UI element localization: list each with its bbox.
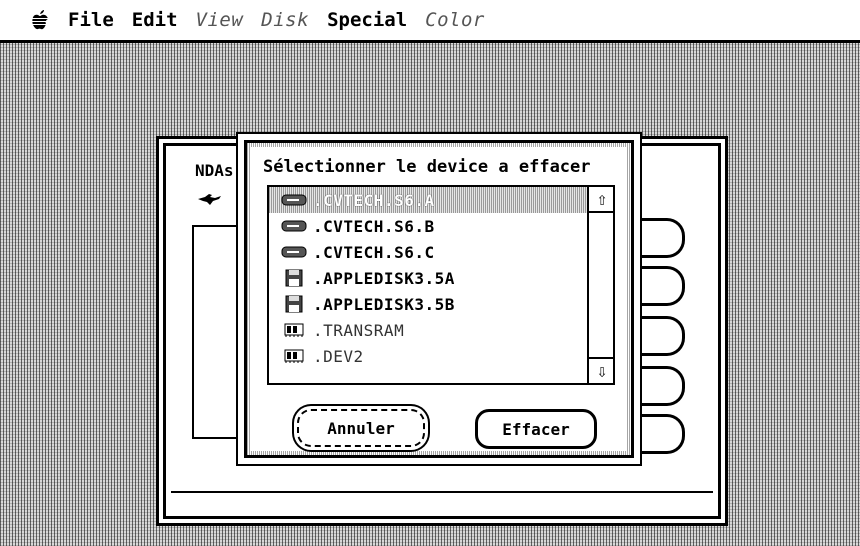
side-button-1[interactable] [640,218,685,258]
menu-disk[interactable]: Disk [261,9,309,31]
list-item[interactable]: .DEV2 [269,343,587,369]
menu-special[interactable]: Special [327,9,407,31]
menu-view[interactable]: View [196,9,244,31]
ndas-window-title: NDAs [195,161,234,180]
menu-color[interactable]: Color [425,9,485,31]
kangaroo-icon [195,189,225,209]
list-item[interactable]: .APPLEDISK3.5A [269,265,587,291]
floppy-icon [281,269,307,287]
scroll-up-arrow-icon[interactable]: ⇧ [589,187,613,213]
list-item[interactable]: .TRANSRAM [269,317,587,343]
device-name: .TRANSRAM [313,320,405,340]
scroll-down-arrow-icon[interactable]: ⇩ [589,357,613,383]
side-button-4[interactable] [640,366,685,406]
device-list[interactable]: .CVTECH.S6.A .CVTECH.S6.B .CVTECH.S6.C .… [267,185,615,385]
menu-bar: File Edit View Disk Special Color [0,0,860,43]
select-device-dialog: Sélectionner le device a effacer .CVTECH… [236,132,642,466]
list-item[interactable]: .CVTECH.S6.A [269,187,587,213]
apple-icon[interactable] [26,8,54,32]
ram-icon [281,348,307,364]
device-name: .APPLEDISK3.5A [313,268,455,288]
side-button-5[interactable] [640,414,685,454]
cancel-button[interactable]: Annuler [297,409,425,447]
drive-icon [281,192,307,208]
device-name: .CVTECH.S6.B [313,216,435,236]
side-button-3[interactable] [640,316,685,356]
list-item[interactable]: .CVTECH.S6.B [269,213,587,239]
device-name: .CVTECH.S6.A [313,190,435,210]
floppy-icon [281,295,307,313]
ram-icon [281,322,307,338]
dialog-frame: Sélectionner le device a effacer .CVTECH… [244,140,634,458]
device-name: .APPLEDISK3.5B [313,294,455,314]
menu-edit[interactable]: Edit [132,9,178,31]
side-button-2[interactable] [640,266,685,306]
drive-icon [281,218,307,234]
divider [171,491,713,515]
device-name: .CVTECH.S6.C [313,242,435,262]
dialog-title: Sélectionner le device a effacer [263,157,591,177]
dialog-body: Sélectionner le device a effacer .CVTECH… [251,147,627,451]
list-item[interactable]: .CVTECH.S6.C [269,239,587,265]
scrollbar[interactable]: ⇧ ⇩ [587,187,613,383]
list-item[interactable]: .APPLEDISK3.5B [269,291,587,317]
device-name: .DEV2 [313,346,364,366]
drive-icon [281,244,307,260]
device-list-rows: .CVTECH.S6.A .CVTECH.S6.B .CVTECH.S6.C .… [269,187,587,369]
erase-button[interactable]: Effacer [475,409,597,449]
menu-file[interactable]: File [68,9,114,31]
